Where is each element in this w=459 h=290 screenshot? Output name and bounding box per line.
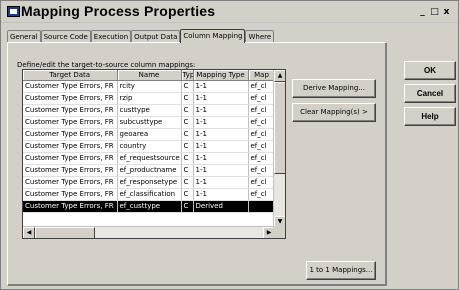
cell-map: ef_cl — [248, 116, 275, 129]
table-row[interactable]: Customer Type Errors, FR geoarea C 1-1 e… — [23, 128, 275, 141]
horizontal-scrollbar[interactable]: ◀ ▶ — [23, 226, 275, 238]
table-row[interactable]: Customer Type Errors, FR subcusttype C 1… — [23, 116, 275, 129]
cell-type: C — [181, 164, 194, 177]
maximize-icon[interactable]: □ — [429, 7, 440, 18]
cell-map: ef_cl — [248, 128, 275, 141]
mapping-table: Target Data Name Type Mapping Type Map C… — [23, 70, 275, 213]
vertical-scroll-thumb[interactable] — [274, 82, 285, 174]
cancel-button[interactable]: Cancel — [404, 84, 456, 103]
table-row[interactable]: Customer Type Errors, FR country C 1-1 e… — [23, 140, 275, 153]
one-to-one-mappings-button[interactable]: 1 to 1 Mappings... — [306, 261, 376, 280]
vertical-scrollbar[interactable]: ▲ ▼ — [273, 70, 285, 228]
cell-type: C — [181, 80, 194, 93]
cell-type: C — [181, 92, 194, 105]
panel-instructions: Define/edit the target-to-source column … — [17, 61, 196, 69]
cell-type: C — [181, 188, 194, 201]
table-row[interactable]: Customer Type Errors, FR custtype C 1-1 … — [23, 104, 275, 117]
cell-name: ef_requestsource — [117, 152, 182, 165]
horizontal-scroll-thumb[interactable] — [35, 227, 95, 238]
window-controls: _ □ x — [417, 7, 452, 18]
cell-target: Customer Type Errors, FR — [23, 188, 118, 201]
cell-mapping-type: 1-1 — [193, 80, 249, 93]
table-row[interactable]: Customer Type Errors, FR rcity C 1-1 ef_… — [23, 80, 275, 93]
cell-name: country — [117, 140, 182, 153]
scroll-left-arrow-icon[interactable]: ◀ — [23, 227, 35, 238]
cell-mapping-type: 1-1 — [193, 116, 249, 129]
cell-target: Customer Type Errors, FR — [23, 92, 118, 105]
grid-header-row: Target Data Name Type Mapping Type Map — [23, 70, 275, 81]
derive-mapping-button[interactable]: Derive Mapping... — [292, 79, 376, 98]
cell-type: C — [181, 200, 194, 213]
window-title: Mapping Process Properties — [21, 3, 216, 19]
cell-map: ef_cl — [248, 176, 275, 189]
cell-name: rcity — [117, 80, 182, 93]
cell-name: ef_responsetype — [117, 176, 182, 189]
scroll-up-arrow-icon[interactable]: ▲ — [274, 70, 285, 82]
grid-viewport: Target Data Name Type Mapping Type Map C… — [23, 70, 275, 228]
cell-mapping-type: 1-1 — [193, 104, 249, 117]
cell-name: ef_productname — [117, 164, 182, 177]
table-row[interactable]: Customer Type Errors, FR ef_responsetype… — [23, 176, 275, 189]
table-row[interactable]: Customer Type Errors, FR ef_requestsourc… — [23, 152, 275, 165]
tab-strip: General Source Code Execution Output Dat… — [7, 29, 275, 43]
col-header-mapping-type[interactable]: Mapping Type — [193, 70, 249, 81]
cell-target: Customer Type Errors, FR — [23, 140, 118, 153]
cell-target: Customer Type Errors, FR — [23, 104, 118, 117]
table-row[interactable]: Customer Type Errors, FR ef_productname … — [23, 164, 275, 177]
cell-type: C — [181, 104, 194, 117]
cell-map — [248, 200, 275, 213]
cell-target: Customer Type Errors, FR — [23, 116, 118, 129]
cell-mapping-type: 1-1 — [193, 164, 249, 177]
cell-map: ef_cl — [248, 80, 275, 93]
cell-target: Customer Type Errors, FR — [23, 80, 118, 93]
cell-map: ef_cl — [248, 104, 275, 117]
cell-name: subcusttype — [117, 116, 182, 129]
scrollbar-corner — [273, 226, 285, 238]
col-header-target-data[interactable]: Target Data — [23, 70, 118, 81]
help-button[interactable]: Help — [404, 107, 456, 126]
cell-type: C — [181, 152, 194, 165]
cell-type: C — [181, 176, 194, 189]
cell-mapping-type: Derived — [193, 200, 249, 213]
cell-mapping-type: 1-1 — [193, 128, 249, 141]
cell-mapping-type: 1-1 — [193, 188, 249, 201]
cell-target: Customer Type Errors, FR — [23, 128, 118, 141]
cell-name: ef_classification — [117, 188, 182, 201]
minimize-icon[interactable]: _ — [417, 7, 428, 18]
col-header-map[interactable]: Map — [248, 70, 275, 81]
cell-map: ef_cl — [248, 164, 275, 177]
table-row[interactable]: Customer Type Errors, FR ef_classificati… — [23, 188, 275, 201]
cell-mapping-type: 1-1 — [193, 92, 249, 105]
cell-target: Customer Type Errors, FR — [23, 164, 118, 177]
title-bar[interactable]: Mapping Process Properties _ □ x — [1, 1, 458, 23]
app-icon — [7, 6, 20, 17]
cell-name: custtype — [117, 104, 182, 117]
cell-mapping-type: 1-1 — [193, 152, 249, 165]
clear-mappings-button[interactable]: Clear Mapping(s) > — [292, 103, 376, 122]
cell-target: Customer Type Errors, FR — [23, 176, 118, 189]
cell-map: ef_cl — [248, 188, 275, 201]
properties-window: Mapping Process Properties _ □ x General… — [0, 0, 459, 290]
cell-map: ef_cl — [248, 152, 275, 165]
cell-map: ef_cl — [248, 140, 275, 153]
cell-name: geoarea — [117, 128, 182, 141]
cell-map: ef_cl — [248, 92, 275, 105]
tab-column-mapping[interactable]: Column Mapping — [180, 29, 246, 43]
cell-type: C — [181, 128, 194, 141]
cell-type: C — [181, 140, 194, 153]
col-header-type[interactable]: Type — [181, 70, 194, 81]
cell-mapping-type: 1-1 — [193, 140, 249, 153]
col-header-name[interactable]: Name — [117, 70, 182, 81]
cell-target: Customer Type Errors, FR — [23, 152, 118, 165]
cell-name: ef_custtype — [117, 200, 182, 213]
cell-name: rzip — [117, 92, 182, 105]
cell-mapping-type: 1-1 — [193, 176, 249, 189]
cell-target: Customer Type Errors, FR — [23, 200, 118, 213]
table-row-selected[interactable]: Customer Type Errors, FR ef_custtype C D… — [23, 200, 275, 213]
close-icon[interactable]: x — [441, 7, 452, 18]
table-row[interactable]: Customer Type Errors, FR rzip C 1-1 ef_c… — [23, 92, 275, 105]
mapping-grid[interactable]: Target Data Name Type Mapping Type Map C… — [22, 69, 286, 239]
ok-button[interactable]: OK — [404, 61, 456, 80]
cell-type: C — [181, 116, 194, 129]
